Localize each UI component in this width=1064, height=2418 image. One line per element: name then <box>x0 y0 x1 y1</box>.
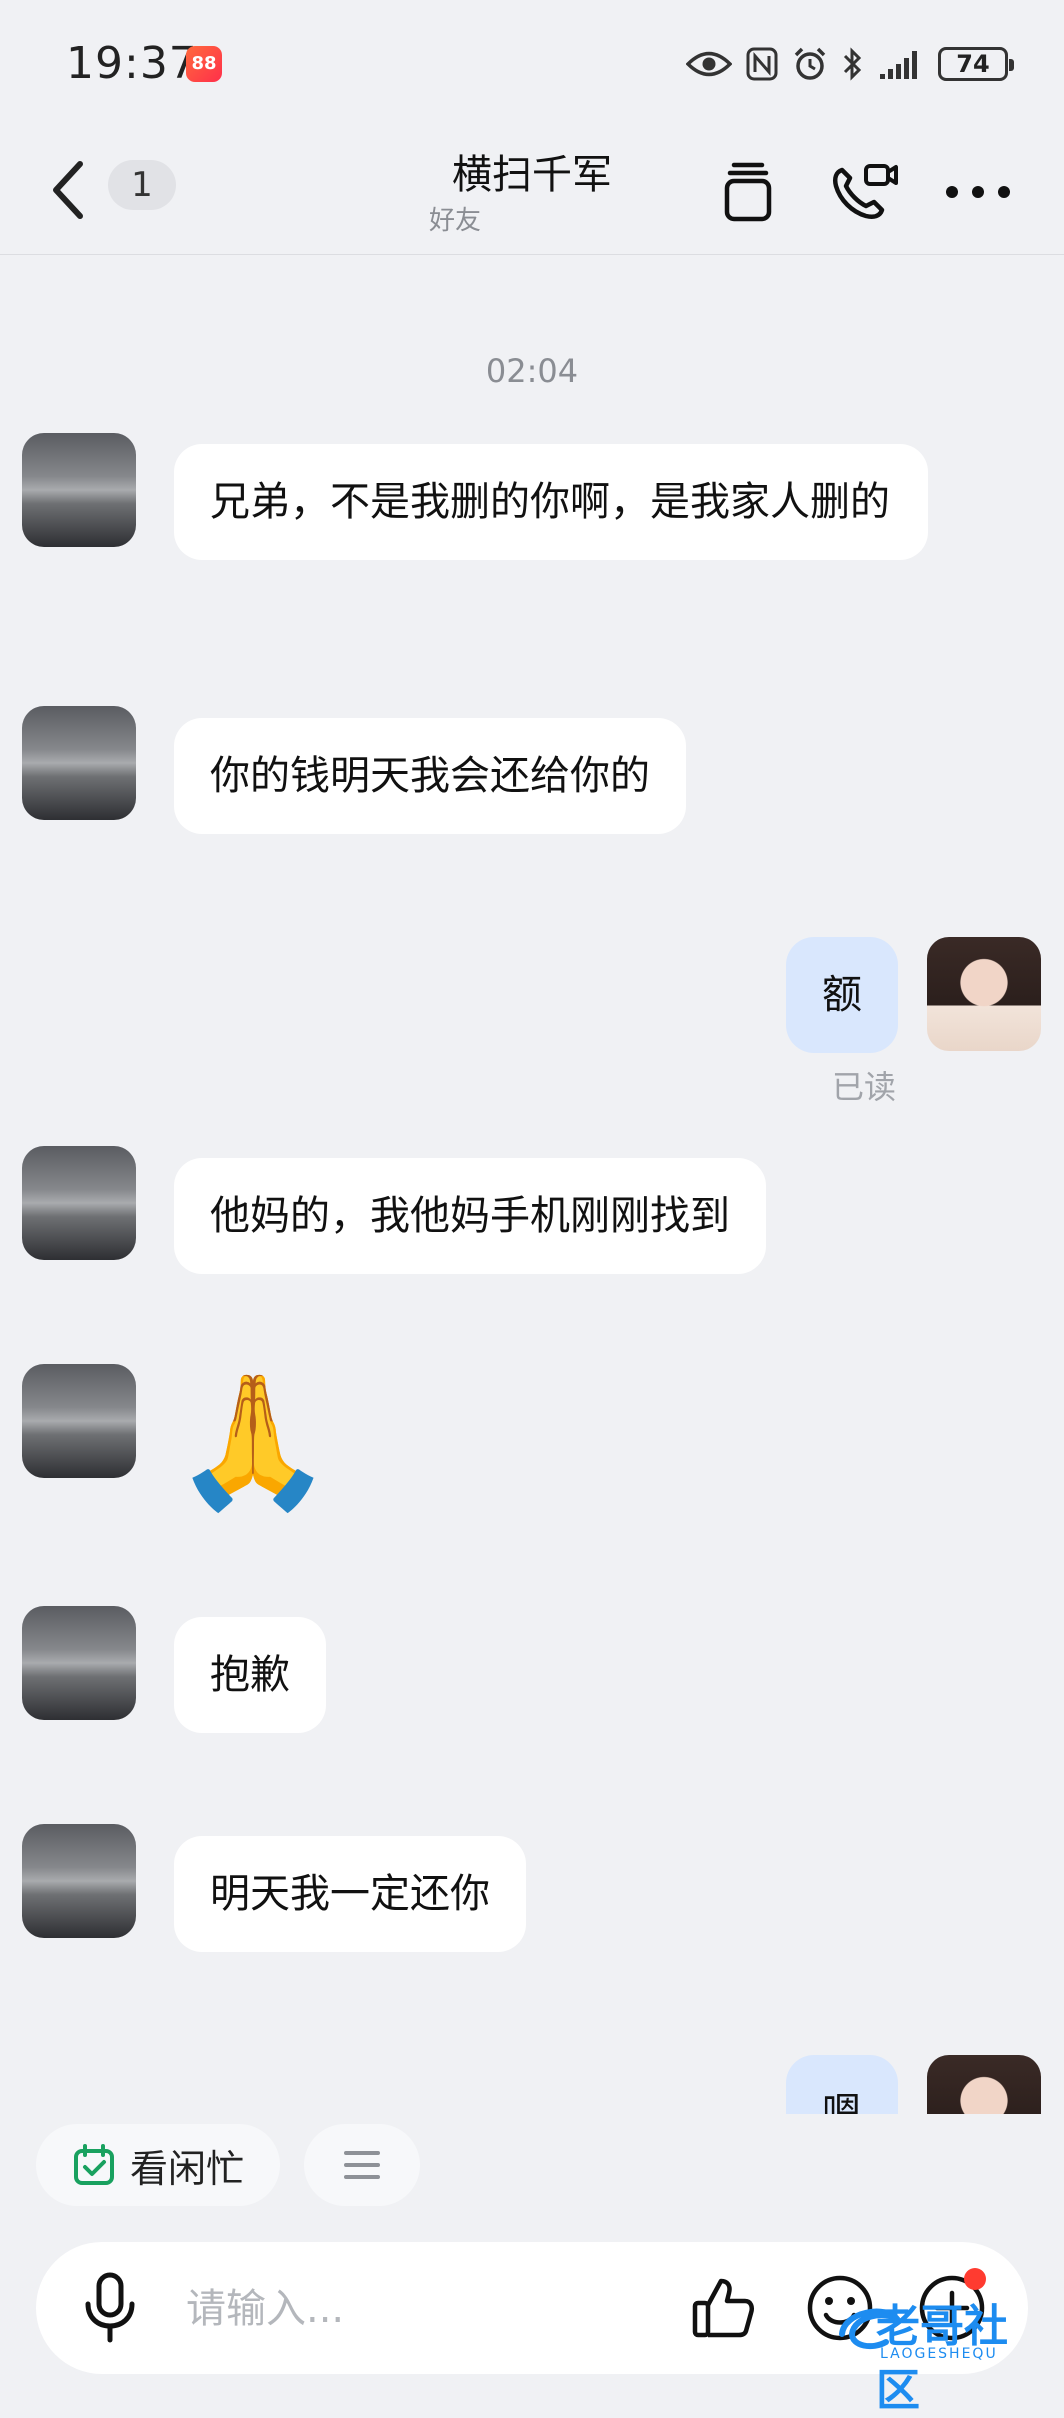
signal-icon <box>880 51 917 79</box>
message-bubble-incoming[interactable]: 你的钱明天我会还给你的 <box>174 718 686 834</box>
notification-dot <box>964 2268 986 2290</box>
message-bubble-outgoing[interactable]: 嗯 <box>786 2055 898 2114</box>
emoji-message[interactable]: 🙏 <box>172 1376 334 1506</box>
watermark-logo: 老哥社区 LAOGESHEQU <box>836 2290 1046 2416</box>
my-avatar[interactable] <box>927 2055 1041 2114</box>
contact-avatar[interactable] <box>22 1606 136 1720</box>
calendar-check-icon <box>73 2144 114 2185</box>
status-time: 19:37 <box>66 38 198 89</box>
message-input[interactable] <box>184 2268 548 2350</box>
thumbs-up-icon <box>692 2278 754 2338</box>
eye-icon <box>686 51 732 77</box>
stack-icon <box>724 162 772 222</box>
status-bar: 19:37 88 74 <box>0 0 1064 130</box>
contact-avatar[interactable] <box>22 1824 136 1938</box>
message-timestamp: 02:04 <box>485 352 579 390</box>
my-avatar[interactable] <box>927 937 1041 1051</box>
availability-label: 看闲忙 <box>129 2146 244 2191</box>
stack-button[interactable] <box>708 152 788 232</box>
clipped-message-row: 嗯 <box>0 2040 1064 2114</box>
read-receipt: 已读 <box>832 1068 897 1106</box>
alarm-icon <box>794 47 826 80</box>
message-bubble-incoming[interactable]: 兄弟，不是我删的你啊，是我家人删的 <box>174 444 928 560</box>
like-button[interactable] <box>684 2268 764 2348</box>
contact-avatar[interactable] <box>22 1146 136 1260</box>
chat-title[interactable]: 横扫千军 <box>0 142 1064 200</box>
microphone-icon <box>85 2272 135 2343</box>
phone-video-icon <box>833 164 898 219</box>
contact-avatar[interactable] <box>22 1364 136 1478</box>
status-icons: 74 <box>686 42 1014 86</box>
bluetooth-icon <box>843 47 862 81</box>
app-notification-icon: 88 <box>186 46 222 82</box>
call-button[interactable] <box>824 152 904 232</box>
more-button[interactable] <box>938 152 1018 232</box>
list-icon <box>344 2151 380 2179</box>
message-bubble-outgoing[interactable]: 额 <box>786 937 898 1053</box>
message-bubble-incoming[interactable]: 明天我一定还你 <box>174 1836 526 1952</box>
contact-avatar[interactable] <box>22 706 136 820</box>
voice-button[interactable] <box>70 2268 150 2348</box>
more-dots-icon <box>946 186 1010 198</box>
contact-avatar[interactable] <box>22 433 136 547</box>
availability-button[interactable]: 看闲忙 <box>36 2124 280 2206</box>
watermark-subtext: LAOGESHEQU <box>880 2346 998 2362</box>
chat-header: 1 横扫千军 好友 <box>0 130 1064 255</box>
message-bubble-incoming[interactable]: 抱歉 <box>174 1617 326 1733</box>
nfc-icon <box>746 47 778 81</box>
menu-button[interactable] <box>304 2124 420 2206</box>
message-bubble-incoming[interactable]: 他妈的，我他妈手机刚刚找到 <box>174 1158 766 1274</box>
battery-icon: 74 <box>938 47 1014 81</box>
